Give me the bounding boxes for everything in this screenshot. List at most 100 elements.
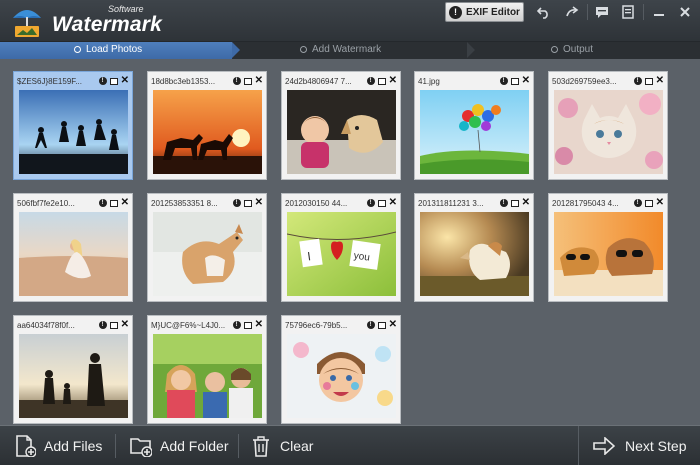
step-arrow — [232, 42, 240, 58]
remove-icon[interactable]: ✕ — [522, 198, 530, 208]
photo-card[interactable]: 18d8bc3eb1353... ! ✕ — [147, 71, 267, 180]
photo-card[interactable]: 201281795043 4... ! ✕ — [548, 193, 668, 302]
rotate-icon[interactable] — [377, 199, 386, 207]
info-icon[interactable]: ! — [633, 199, 642, 207]
photo-thumbnail — [420, 212, 529, 296]
rotate-icon[interactable] — [377, 77, 386, 85]
add-folder-label: Add Folder — [160, 438, 229, 454]
photo-grid: $ZES6J}8E159F... ! ✕ 18d8bc3eb1353... ! ✕ … — [0, 59, 700, 425]
minimize-icon[interactable] — [647, 2, 671, 22]
photo-thumbnail — [19, 90, 128, 174]
step-dot-icon — [74, 46, 81, 53]
step-progress-bar: Load Photos Add Watermark Output — [0, 42, 700, 59]
redo-icon[interactable] — [560, 2, 584, 22]
notes-icon[interactable] — [616, 2, 640, 22]
rotate-icon[interactable] — [377, 321, 386, 329]
info-icon[interactable]: ! — [232, 321, 241, 329]
photo-filename: 2012030150 44... — [285, 198, 348, 208]
remove-icon[interactable]: ✕ — [255, 198, 263, 208]
photo-filename: 18d8bc3eb1353... — [151, 76, 216, 86]
add-folder-button[interactable]: Add Folder — [130, 426, 228, 465]
photo-card[interactable]: $ZES6J}8E159F... ! ✕ — [13, 71, 133, 180]
photo-card[interactable]: 506fbf7fe2e10... ! ✕ — [13, 193, 133, 302]
umbrella-logo-icon — [13, 10, 41, 37]
rotate-icon[interactable] — [644, 77, 653, 85]
info-icon[interactable]: ! — [366, 77, 375, 85]
clear-button[interactable]: Clear — [250, 426, 313, 465]
info-icon[interactable]: ! — [633, 77, 642, 85]
remove-icon[interactable]: ✕ — [656, 76, 664, 86]
step-load-photos[interactable]: Load Photos — [74, 44, 142, 55]
rotate-icon[interactable] — [510, 199, 519, 207]
next-step-button[interactable]: Next Step — [578, 426, 700, 465]
arrow-right-icon — [593, 437, 615, 455]
step-label: Output — [563, 44, 594, 55]
remove-icon[interactable]: ✕ — [121, 76, 129, 86]
titlebar-divider — [643, 4, 644, 20]
step-add-watermark[interactable]: Add Watermark — [300, 44, 381, 55]
info-icon[interactable]: ! — [499, 199, 508, 207]
photo-filename: $ZES6J}8E159F... — [17, 76, 82, 86]
remove-icon[interactable]: ✕ — [656, 198, 664, 208]
toolbar-divider — [238, 434, 239, 458]
photo-card[interactable]: 2012030150 44... ! ✕ I you — [281, 193, 401, 302]
photo-card[interactable]: 201253853351 8... ! ✕ — [147, 193, 267, 302]
exif-editor-label: EXIF Editor — [466, 6, 520, 18]
rotate-icon[interactable] — [644, 199, 653, 207]
add-folder-icon — [130, 438, 152, 457]
photo-thumbnail — [153, 90, 262, 174]
remove-icon[interactable]: ✕ — [389, 198, 397, 208]
bottom-toolbar: Add Files Add Folder Clear Next Step — [0, 425, 700, 465]
photo-card[interactable]: 75796ec6-79b5... ! ✕ — [281, 315, 401, 424]
info-icon[interactable]: ! — [98, 199, 107, 207]
remove-icon[interactable]: ✕ — [522, 76, 530, 86]
photo-card[interactable]: 41.jpg ! ✕ — [414, 71, 534, 180]
chat-icon[interactable] — [590, 2, 614, 22]
photo-filename: 201311811231 3... — [418, 198, 484, 208]
remove-icon[interactable]: ✕ — [255, 320, 263, 330]
photo-filename: M}UC@F6%~L4J0... — [151, 320, 226, 330]
info-icon[interactable]: ! — [232, 77, 241, 85]
photo-thumbnail — [287, 90, 396, 174]
rotate-icon[interactable] — [109, 199, 118, 207]
rotate-icon[interactable] — [510, 77, 519, 85]
photo-thumbnail — [287, 334, 396, 418]
rotate-icon[interactable] — [109, 321, 118, 329]
undo-icon[interactable] — [532, 2, 556, 22]
photo-card[interactable]: 24d2b4806947 7... ! ✕ — [281, 71, 401, 180]
photo-filename: 201281795043 4... — [552, 198, 619, 208]
photo-filename: 503d269759ee3... — [552, 76, 617, 86]
rotate-icon[interactable] — [243, 199, 252, 207]
step-output[interactable]: Output — [551, 44, 593, 55]
remove-icon[interactable]: ✕ — [121, 320, 129, 330]
info-icon[interactable]: ! — [98, 77, 107, 85]
info-icon[interactable]: ! — [499, 77, 508, 85]
title-bar: Software Watermark ! EXIF Editor — [0, 0, 700, 42]
photo-thumbnail — [554, 90, 663, 174]
info-icon[interactable]: ! — [98, 321, 107, 329]
remove-icon[interactable]: ✕ — [255, 76, 263, 86]
remove-icon[interactable]: ✕ — [389, 76, 397, 86]
info-icon[interactable]: ! — [366, 199, 375, 207]
rotate-icon[interactable] — [243, 321, 252, 329]
step-dot-icon — [551, 46, 558, 53]
close-icon[interactable] — [673, 2, 697, 22]
next-step-label: Next Step — [625, 438, 687, 454]
info-icon[interactable]: ! — [232, 199, 241, 207]
rotate-icon[interactable] — [109, 77, 118, 85]
photo-card[interactable]: aa64034f78f0f... ! ✕ — [13, 315, 133, 424]
add-files-button[interactable]: Add Files — [14, 426, 102, 465]
photo-card[interactable]: M}UC@F6%~L4J0... ! ✕ — [147, 315, 267, 424]
clear-label: Clear — [280, 438, 314, 454]
remove-icon[interactable]: ✕ — [121, 198, 129, 208]
remove-icon[interactable]: ✕ — [389, 320, 397, 330]
step-dot-icon — [300, 46, 307, 53]
photo-thumbnail — [153, 334, 262, 418]
exif-editor-button[interactable]: ! EXIF Editor — [445, 2, 524, 22]
photo-card[interactable]: 201311811231 3... ! ✕ — [414, 193, 534, 302]
rotate-icon[interactable] — [243, 77, 252, 85]
info-icon[interactable]: ! — [366, 321, 375, 329]
photo-thumbnail — [19, 212, 128, 296]
photo-filename: aa64034f78f0f... — [17, 320, 75, 330]
photo-card[interactable]: 503d269759ee3... ! ✕ — [548, 71, 668, 180]
